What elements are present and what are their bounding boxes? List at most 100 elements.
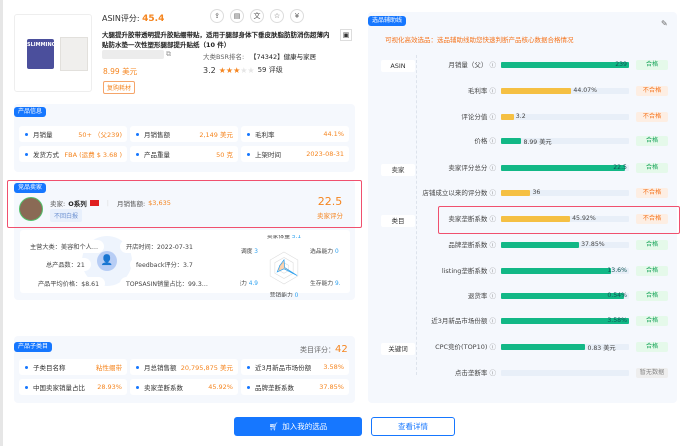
- calculator-icon[interactable]: ▤: [230, 9, 244, 23]
- seller-name[interactable]: O系列: [68, 198, 87, 208]
- qr-icon[interactable]: ▣: [340, 29, 352, 41]
- radar-label: 类目调度 3: [240, 247, 258, 255]
- info-icon[interactable]: ⓘ: [490, 267, 497, 275]
- metric-name: 退货率: [467, 292, 488, 300]
- metric-name: 卖家评分总分: [448, 164, 488, 172]
- metric-bar-fill: [501, 344, 586, 350]
- info-icon[interactable]: ⓘ: [490, 61, 497, 69]
- review-count[interactable]: 59 评级: [258, 65, 283, 75]
- metric-bar: 0.83 美元: [501, 344, 629, 352]
- cell-label: 卖家垄断系数: [144, 384, 183, 392]
- metric-bar: 0.54%: [501, 292, 629, 299]
- metric-label: 品牌垄断系数 ⓘ: [420, 241, 496, 249]
- metric-name: 店铺成立以来的评分数: [422, 189, 488, 197]
- status-badge: 不合格: [636, 112, 668, 122]
- seller-stat-pill: 开店时间：2022-07-31: [120, 240, 199, 253]
- seller-stat-pill: 总产品数：21: [40, 258, 91, 271]
- price: 8.99 美元: [103, 67, 138, 76]
- metric-name: 点击垄断率: [454, 369, 488, 377]
- star-icon[interactable]: ☆: [270, 9, 284, 23]
- info-cell: 卖家垄断系数 45.92%: [130, 379, 238, 395]
- metric-bar: 13.6%: [501, 267, 629, 274]
- seller-radar-chart: 卖家体量 5.1 选品能力 0 生存能力 9.5 营销能力 0 图文能力 4.9 类目调度…: [240, 235, 340, 297]
- metric-value: 36: [532, 189, 541, 196]
- metric-label: 点击垄断率 ⓘ: [420, 369, 496, 377]
- cell-value: 44.1%: [323, 130, 344, 138]
- seller-stat-pill: TOPSASIN销量占比：99.3…: [120, 277, 214, 290]
- radar-label: 营销能力 0: [270, 291, 299, 297]
- status-badge: 不合格: [636, 188, 668, 198]
- metric-value: 37.85%: [581, 241, 605, 248]
- edit-icon[interactable]: ✎: [661, 19, 668, 28]
- bullet-icon: [25, 132, 28, 136]
- bullet-icon: [247, 152, 250, 156]
- metric-value: 22.5: [613, 164, 627, 171]
- cell-value: 28.93%: [97, 383, 122, 391]
- info-icon[interactable]: ⓘ: [490, 137, 497, 145]
- info-cell: 中国卖家销量占比 28.93%: [19, 379, 127, 395]
- metric-bar-fill: [501, 190, 531, 196]
- add-to-selection-button[interactable]: 🛒︎ 加入我的选品: [234, 417, 362, 436]
- china-flag-icon: [89, 200, 99, 206]
- info-cell: 月销量 50+ （父239): [19, 126, 127, 142]
- bullet-icon: [136, 132, 139, 136]
- patch-image: [60, 37, 88, 71]
- bullet-icon: [25, 152, 28, 156]
- metric-name: 品牌垄断系数: [448, 241, 488, 249]
- copy-icon[interactable]: ⧉: [166, 50, 171, 59]
- metric-value: 3.2: [515, 113, 526, 120]
- product-tag: 复购耗材: [103, 81, 136, 94]
- metric-value: 44.07%: [573, 87, 597, 94]
- info-icon[interactable]: ⓘ: [490, 241, 497, 249]
- product-info-tab: 产品信息: [14, 107, 47, 117]
- info-icon[interactable]: ⓘ: [490, 164, 497, 172]
- metric-bar: 36: [501, 189, 629, 196]
- category-label: ASIN: [381, 60, 415, 72]
- seller-info: 卖家: O系列 | 月销售额: $3,635: [50, 198, 171, 208]
- cell-label: 近3月新品市场份额: [255, 364, 312, 372]
- seller-avatar[interactable]: [19, 197, 43, 221]
- bsr-value[interactable]: 【74342】健康与家居: [250, 51, 316, 61]
- monopoly-highlight: [438, 206, 680, 234]
- view-details-button[interactable]: 查看详情: [371, 417, 455, 436]
- metric-bar-fill: [501, 138, 522, 144]
- cell-label: 产品重量: [144, 151, 170, 159]
- bullet-icon: [25, 365, 28, 369]
- info-icon[interactable]: ⓘ: [490, 343, 497, 351]
- bullet-icon: [247, 365, 250, 369]
- metric-bar: 44.07%: [501, 87, 629, 94]
- info-icon[interactable]: ⓘ: [490, 292, 497, 300]
- cell-value: FBA (运费 $ 3.68 ): [64, 151, 122, 159]
- metric-bar: 22.5: [501, 164, 629, 171]
- metric-bar: [501, 370, 629, 376]
- asin-score-value: 45.4: [142, 14, 165, 24]
- metric-label: CPC竞价(TOP10) ⓘ: [420, 343, 496, 351]
- info-cell: 毛利率 44.1%: [241, 126, 349, 142]
- info-cell: 子类目名称 粘性绷带: [19, 359, 127, 375]
- metric-value: 0.83 美元: [587, 345, 616, 352]
- info-icon[interactable]: ⓘ: [490, 87, 497, 95]
- cell-value: 2,149 美元: [199, 131, 233, 139]
- cell-value: 2023-08-31: [306, 150, 344, 158]
- product-image[interactable]: SLIMMING: [14, 14, 92, 92]
- cell-label: 月总销售额: [144, 364, 177, 372]
- currency-icon[interactable]: ¥: [290, 9, 304, 23]
- asin-score-label: ASIN评分:: [102, 14, 140, 23]
- status-badge: 不合格: [636, 86, 668, 96]
- info-icon[interactable]: ⓘ: [490, 369, 497, 377]
- blurred-asin: [102, 50, 164, 59]
- radar-label: 图文能力 4.9: [240, 279, 258, 287]
- share-icon[interactable]: ⇪: [210, 9, 224, 23]
- info-icon[interactable]: ⓘ: [490, 317, 497, 325]
- translate-icon[interactable]: 文: [250, 9, 264, 23]
- info-icon[interactable]: ⓘ: [490, 113, 497, 121]
- metric-bar: 239: [501, 61, 629, 68]
- status-badge: 暂无数据: [636, 368, 668, 378]
- bullet-icon: [25, 385, 28, 389]
- status-badge: 合格: [636, 136, 668, 146]
- metric-bar-fill: [501, 165, 626, 171]
- info-icon[interactable]: ⓘ: [490, 189, 497, 197]
- category-label: 关键词: [381, 343, 415, 355]
- bullet-icon: [136, 385, 139, 389]
- metric-value: 8.99 美元: [523, 139, 552, 146]
